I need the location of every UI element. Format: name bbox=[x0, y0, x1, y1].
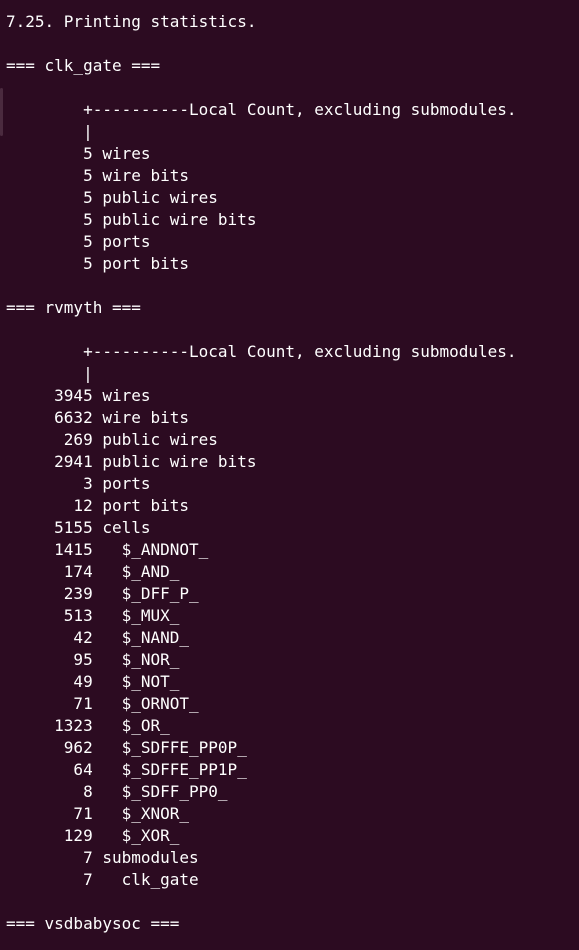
terminal-line: 5 public wires bbox=[6, 188, 218, 207]
terminal-line: | bbox=[6, 364, 93, 383]
terminal-line: 5 port bits bbox=[6, 254, 190, 273]
terminal-line: 5 wire bits bbox=[6, 166, 190, 185]
terminal-line: 1323 $_OR_ bbox=[6, 716, 170, 735]
terminal-line: 5 ports bbox=[6, 232, 151, 251]
terminal-line: 12 port bits bbox=[6, 496, 190, 515]
terminal-line: 8 $_SDFF_PP0_ bbox=[6, 782, 228, 801]
terminal-line: 95 $_NOR_ bbox=[6, 650, 180, 669]
terminal-line: 269 public wires bbox=[6, 430, 218, 449]
terminal-line: === rvmyth === bbox=[6, 298, 141, 317]
terminal-line: 129 $_XOR_ bbox=[6, 826, 180, 845]
terminal-line: +----------Local Count, excluding submod… bbox=[6, 342, 517, 361]
terminal-line: 7 clk_gate bbox=[6, 870, 199, 889]
terminal-line: === clk_gate === bbox=[6, 56, 161, 75]
terminal-line: | bbox=[6, 122, 93, 141]
terminal-line: 5155 cells bbox=[6, 518, 151, 537]
terminal-line: 3 ports bbox=[6, 474, 151, 493]
terminal-line: 239 $_DFF_P_ bbox=[6, 584, 199, 603]
terminal-line: +----------Local Count, excluding submod… bbox=[6, 100, 517, 119]
terminal-line: 49 $_NOT_ bbox=[6, 672, 180, 691]
terminal-line: 1415 $_ANDNOT_ bbox=[6, 540, 209, 559]
terminal-line: 962 $_SDFFE_PP0P_ bbox=[6, 738, 247, 757]
terminal-line: 6632 wire bits bbox=[6, 408, 190, 427]
terminal-line: 3945 wires bbox=[6, 386, 151, 405]
scroll-indicator[interactable] bbox=[0, 88, 3, 136]
terminal-line: 7 submodules bbox=[6, 848, 199, 867]
terminal-line: === vsdbabysoc === bbox=[6, 914, 180, 933]
terminal-line: 42 $_NAND_ bbox=[6, 628, 190, 647]
terminal-line: 7.25. Printing statistics. bbox=[6, 12, 257, 31]
terminal-line: 5 wires bbox=[6, 144, 151, 163]
terminal-window[interactable]: 7.25. Printing statistics. === clk_gate =… bbox=[0, 0, 579, 950]
terminal-line: 71 $_ORNOT_ bbox=[6, 694, 199, 713]
terminal-line: 64 $_SDFFE_PP1P_ bbox=[6, 760, 247, 779]
terminal-line: 2941 public wire bits bbox=[6, 452, 257, 471]
terminal-line: 5 public wire bits bbox=[6, 210, 257, 229]
terminal-line: 174 $_AND_ bbox=[6, 562, 180, 581]
terminal-line: 513 $_MUX_ bbox=[6, 606, 180, 625]
terminal-line: 71 $_XNOR_ bbox=[6, 804, 190, 823]
